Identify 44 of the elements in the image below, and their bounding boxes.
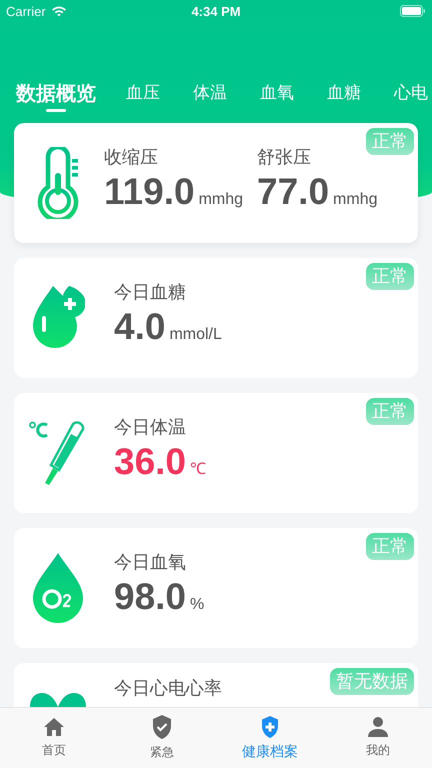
- nav-tab[interactable]: 我的: [324, 708, 432, 768]
- thermometer-icon: [36, 147, 80, 219]
- carrier-name: Carrier: [6, 4, 46, 18]
- nav-tab[interactable]: 健康档案: [216, 708, 324, 768]
- metric-label: 今日血糖: [114, 281, 187, 305]
- metric-value: 77.0: [257, 170, 330, 214]
- status-badge: 正常: [366, 533, 414, 560]
- battery-icon: [400, 5, 426, 17]
- status-badge: 正常: [366, 398, 414, 425]
- metric-unit: %: [190, 596, 204, 614]
- heart-icon: [30, 693, 86, 707]
- status-badge: 正常: [366, 263, 414, 290]
- metric-label: 今日血氧: [114, 551, 187, 575]
- shield-plus-icon: [261, 716, 279, 738]
- metric-unit: mmhg: [333, 191, 378, 209]
- metric-label: 收缩压: [104, 146, 159, 170]
- metric-unit: mmol/L: [169, 326, 222, 344]
- oxygen-drop-icon: [32, 553, 84, 623]
- metric-label: 舒张压: [257, 146, 312, 170]
- blood-drop-icon: [31, 286, 85, 350]
- person-icon: [368, 717, 388, 737]
- nav-tab[interactable]: 紧急: [108, 708, 216, 768]
- nav-tab[interactable]: 首页: [0, 708, 108, 768]
- category-tab[interactable]: 体温: [193, 82, 227, 112]
- status-time: 4:34 PM: [191, 4, 241, 18]
- category-tab[interactable]: 心电: [394, 82, 428, 112]
- metric-unit: mmhg: [198, 191, 244, 209]
- metric-unit: ℃: [190, 460, 206, 479]
- category-tab[interactable]: 血压: [126, 82, 160, 112]
- metric-value: 36.0: [114, 440, 186, 484]
- category-tab[interactable]: 血糖: [327, 82, 361, 112]
- category-tab[interactable]: 血氧: [260, 82, 294, 112]
- home-icon: [43, 717, 65, 737]
- metric-value: 98.0: [114, 575, 186, 619]
- shield-check-icon: [152, 715, 172, 739]
- metric-value: 119.0: [104, 170, 195, 214]
- thermometer-icon: [29, 420, 87, 486]
- wifi-icon: [50, 5, 67, 17]
- metric-label: 今日体温: [114, 416, 187, 440]
- category-tab[interactable]: 数据概览: [16, 82, 96, 112]
- status-badge: 正常: [366, 128, 414, 155]
- metric-label: 今日心电心率: [114, 677, 222, 701]
- status-badge: 暂无数据: [330, 668, 414, 695]
- metric-value: 4.0: [114, 305, 166, 349]
